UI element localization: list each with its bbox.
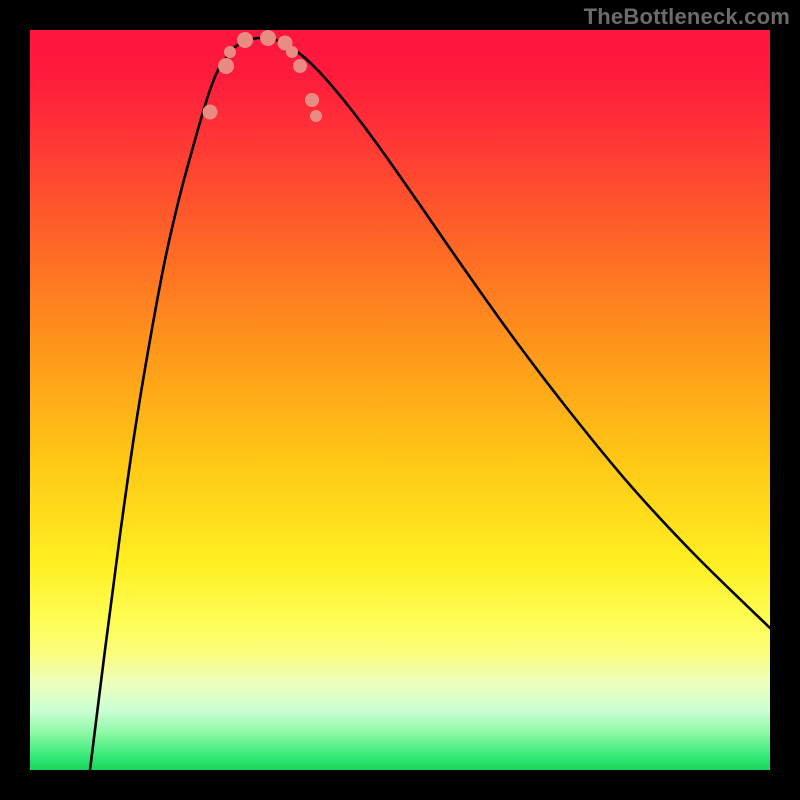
data-point — [237, 32, 253, 48]
data-point — [305, 93, 319, 107]
data-point — [293, 59, 307, 73]
watermark-text: TheBottleneck.com — [584, 4, 790, 30]
data-points — [203, 30, 323, 122]
curve-layer — [30, 30, 770, 770]
bottleneck-curve — [90, 38, 770, 770]
chart-frame: TheBottleneck.com — [0, 0, 800, 800]
data-point — [310, 110, 322, 122]
data-point — [218, 58, 234, 74]
data-point — [203, 105, 218, 120]
data-point — [224, 46, 236, 58]
plot-area — [30, 30, 770, 770]
data-point — [260, 30, 276, 46]
data-point — [286, 46, 298, 58]
